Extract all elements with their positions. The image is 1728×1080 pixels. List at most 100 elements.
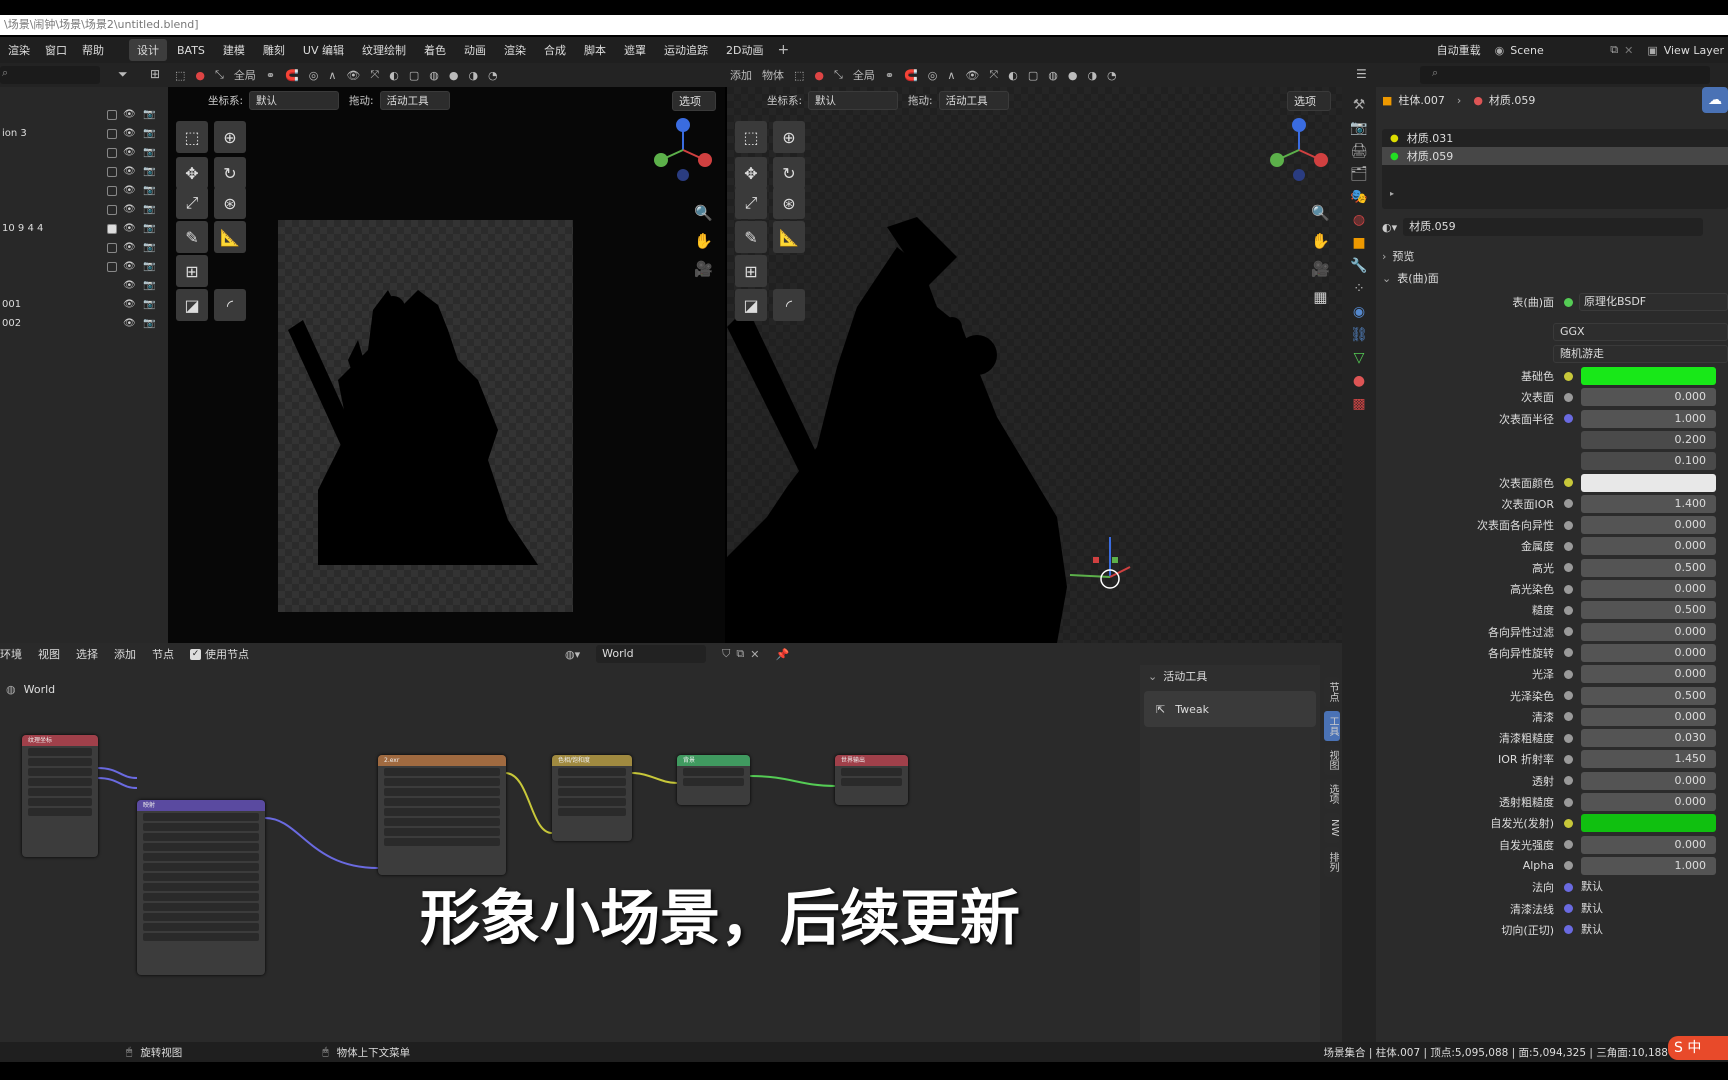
select-box-icon[interactable]: ⬚ <box>735 121 767 153</box>
hue-saturation-node[interactable]: 色相/饱和度 <box>552 755 632 841</box>
particles-tab-icon[interactable]: ⁘ <box>1353 281 1365 297</box>
field-value[interactable]: 1.000 <box>1581 856 1716 875</box>
camera-view-icon[interactable]: 🎥 <box>694 255 713 283</box>
move-icon[interactable]: ✥ <box>735 157 767 189</box>
outliner-row[interactable]: 002 👁 📷 <box>0 314 168 333</box>
mapping-node[interactable]: 映射 <box>137 800 265 975</box>
background-node[interactable]: 背景 <box>677 755 750 805</box>
field-value[interactable] <box>1581 814 1716 833</box>
viewport-add-menu[interactable]: 添加 <box>730 67 752 83</box>
visibility-icon[interactable]: 👁 <box>346 69 360 82</box>
proportional-icon[interactable]: ◎ <box>309 69 319 82</box>
field-value[interactable]: 0.000 <box>1581 537 1716 556</box>
rotate-icon[interactable]: ↻ <box>773 157 805 189</box>
tool-tab-icon[interactable]: ⚒ <box>1353 97 1366 113</box>
falloff-icon-2[interactable]: ∧ <box>947 69 955 82</box>
eye-icon[interactable]: 👁 <box>123 261 136 272</box>
transform-orientation-icon[interactable]: ⤡ <box>215 68 224 82</box>
field-value[interactable]: 0.000 <box>1581 793 1716 811</box>
workspace-tab[interactable]: 合成 <box>536 39 574 61</box>
exclude-checkbox[interactable] <box>107 223 117 234</box>
annotate-icon[interactable]: ✎ <box>176 221 208 253</box>
field-value[interactable]: 0.000 <box>1581 622 1716 641</box>
field-value[interactable]: 0.030 <box>1581 729 1716 748</box>
field-value[interactable]: 0.000 <box>1581 771 1716 790</box>
transform-gizmo[interactable] <box>1060 527 1140 607</box>
world-output-node[interactable]: 世界输出 <box>835 755 908 805</box>
drag-dropdown[interactable]: 活动工具 <box>379 91 450 110</box>
render-camera-icon[interactable]: 📷 <box>143 261 155 272</box>
add-cube-icon[interactable]: ⊞ <box>176 255 208 287</box>
render-camera-icon[interactable]: 📷 <box>143 128 155 139</box>
move-icon[interactable]: ✥ <box>176 157 208 189</box>
field-value[interactable]: 0.500 <box>1581 558 1716 577</box>
cursor-icon[interactable]: ⊕ <box>773 121 805 153</box>
field-value[interactable]: 0.500 <box>1581 601 1716 620</box>
eye-icon[interactable]: 👁 <box>123 185 136 196</box>
workspace-tab[interactable]: 建模 <box>215 39 253 61</box>
pan-icon-2[interactable]: ✋ <box>1311 227 1330 255</box>
render-camera-icon[interactable]: 📷 <box>143 147 155 158</box>
camera-view-icon-2[interactable]: 🎥 <box>1311 255 1330 283</box>
options-dropdown[interactable]: 选项 <box>672 91 716 111</box>
exclude-checkbox[interactable] <box>107 166 117 177</box>
workspace-tab[interactable]: 脚本 <box>576 39 614 61</box>
wireframe-shading-icon[interactable]: ◍ <box>429 69 439 82</box>
select-mode-icon[interactable]: ⬚ <box>175 69 185 82</box>
rendered-shading-icon-2[interactable]: ◔ <box>1107 69 1117 82</box>
render-camera-icon[interactable]: 📷 <box>143 185 155 196</box>
options-dropdown-2[interactable]: 选项 <box>1287 91 1331 111</box>
bevel-icon[interactable]: ◜ <box>214 289 246 321</box>
global-label[interactable]: 全局 <box>234 67 256 83</box>
bevel-icon[interactable]: ◜ <box>773 289 805 321</box>
exclude-checkbox[interactable] <box>107 147 117 158</box>
tab-tool[interactable]: 工具 <box>1324 711 1340 741</box>
workspace-tab[interactable]: 着色 <box>416 39 454 61</box>
scene-name[interactable]: Scene <box>1510 44 1610 57</box>
render-camera-icon[interactable]: 📷 <box>143 204 155 215</box>
properties-search-input[interactable]: ⌕ <box>1420 66 1710 84</box>
add-cube-icon[interactable]: ⊞ <box>735 255 767 287</box>
field-value[interactable]: 0.500 <box>1581 686 1716 705</box>
outliner-row[interactable]: 👁 📷 <box>0 181 168 200</box>
viewport-right[interactable]: 坐标系: 默认 拖动: 活动工具 选项 ⬚ ⊕ ✥ ↻ ⤢ ⊛ ✎ 📐 ⊞ ◪ ◜ 🔍 ✋ 🎥 ▦ <box>727 87 1342 643</box>
field-value[interactable] <box>1581 367 1716 385</box>
snap-icon-2[interactable]: 🧲 <box>904 69 918 82</box>
solid-shading-icon-2[interactable]: ● <box>1068 69 1078 82</box>
workspace-tab[interactable]: 设计 <box>129 39 167 61</box>
eye-icon[interactable]: 👁 <box>123 223 136 234</box>
add-workspace-icon[interactable]: + <box>777 42 789 58</box>
workspace-tab[interactable]: 雕刻 <box>255 39 293 61</box>
menu-window[interactable]: 窗口 <box>45 42 67 58</box>
copy-scene-icon[interactable]: ⧉ <box>1610 43 1618 57</box>
outliner-search-input[interactable]: ⌕ <box>0 66 100 84</box>
annotate-icon[interactable]: ✎ <box>735 221 767 253</box>
render-camera-icon[interactable]: 📷 <box>143 280 155 291</box>
output-tab-icon[interactable]: 🖨 <box>1350 143 1368 159</box>
cursor-icon[interactable]: ⊕ <box>214 121 246 153</box>
pan-icon[interactable]: ✋ <box>694 227 713 255</box>
exclude-checkbox[interactable] <box>107 185 117 196</box>
eye-icon[interactable]: 👁 <box>123 128 136 139</box>
render-camera-icon[interactable]: 📷 <box>143 109 155 120</box>
exclude-checkbox[interactable] <box>107 204 117 215</box>
global-label-2[interactable]: 全局 <box>853 67 875 83</box>
texture-coordinate-node[interactable]: 纹理坐标 <box>22 735 98 857</box>
workspace-tab[interactable]: 渲染 <box>496 39 534 61</box>
wireframe-shading-icon-2[interactable]: ◍ <box>1048 69 1058 82</box>
scene-tab-icon[interactable]: 🎭 <box>1350 189 1367 205</box>
workspace-tab[interactable]: 运动追踪 <box>656 39 716 61</box>
material-shading-icon-2[interactable]: ◑ <box>1087 69 1097 82</box>
field-value[interactable]: 0.100 <box>1581 452 1716 471</box>
coord-dropdown[interactable]: 默认 <box>249 91 340 110</box>
drag-dropdown-2[interactable]: 活动工具 <box>938 91 1009 110</box>
measure-icon[interactable]: 📐 <box>773 221 805 253</box>
exclude-checkbox[interactable] <box>107 128 117 139</box>
workspace-tab[interactable]: 遮罩 <box>616 39 654 61</box>
view-layer-tab-icon[interactable]: 🗂 <box>1350 166 1368 182</box>
eye-icon[interactable]: 👁 <box>123 147 136 158</box>
data-tab-icon[interactable]: ▽ <box>1354 350 1365 366</box>
field-value[interactable]: 0.000 <box>1581 388 1716 407</box>
physics-tab-icon[interactable]: ◉ <box>1353 304 1365 320</box>
workspace-tab[interactable]: UV 编辑 <box>295 39 352 61</box>
